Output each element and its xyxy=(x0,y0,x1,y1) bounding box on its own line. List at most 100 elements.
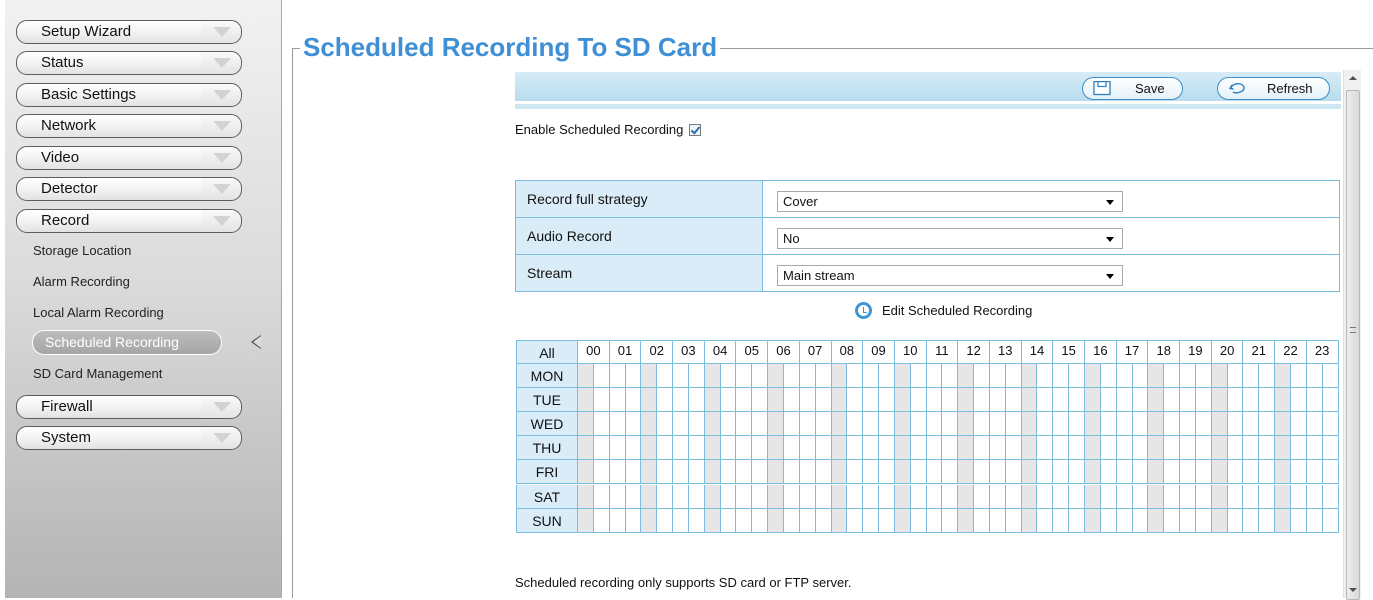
day-header[interactable]: MON xyxy=(516,364,578,388)
schedule-slot[interactable] xyxy=(926,484,943,509)
schedule-slot[interactable] xyxy=(926,460,943,485)
schedule-slot[interactable] xyxy=(1275,388,1291,413)
schedule-slot[interactable] xyxy=(657,412,674,437)
schedule-slot[interactable] xyxy=(1195,388,1212,413)
schedule-slot[interactable] xyxy=(1148,388,1165,413)
schedule-slot[interactable] xyxy=(1306,436,1323,461)
schedule-slot[interactable] xyxy=(831,508,848,533)
schedule-slot[interactable] xyxy=(1021,484,1038,509)
schedule-slot[interactable] xyxy=(641,460,658,485)
schedule-slot[interactable] xyxy=(736,412,753,437)
schedule-slot[interactable] xyxy=(752,508,769,533)
select-all-cell[interactable]: All xyxy=(516,340,578,364)
schedule-slot[interactable] xyxy=(1322,364,1339,388)
schedule-slot[interactable] xyxy=(1259,484,1276,509)
schedule-slot[interactable] xyxy=(1164,436,1181,461)
schedule-slot[interactable] xyxy=(1037,412,1054,437)
schedule-slot[interactable] xyxy=(1290,388,1307,413)
scroll-down-arrow-icon[interactable] xyxy=(1349,588,1357,592)
hour-header[interactable]: 12 xyxy=(958,340,990,364)
schedule-slot[interactable] xyxy=(974,436,990,461)
schedule-slot[interactable] xyxy=(783,364,800,388)
schedule-slot[interactable] xyxy=(1085,484,1101,509)
schedule-slot[interactable] xyxy=(1227,460,1244,485)
schedule-slot[interactable] xyxy=(1053,436,1070,461)
schedule-slot[interactable] xyxy=(720,508,737,533)
schedule-slot[interactable] xyxy=(1085,508,1101,533)
schedule-slot[interactable] xyxy=(704,412,721,437)
menu-network[interactable]: Network xyxy=(16,114,242,138)
schedule-slot[interactable] xyxy=(704,508,721,533)
schedule-slot[interactable] xyxy=(863,436,880,461)
schedule-slot[interactable] xyxy=(593,436,610,461)
schedule-slot[interactable] xyxy=(799,508,816,533)
schedule-slot[interactable] xyxy=(1322,388,1339,413)
schedule-slot[interactable] xyxy=(1132,436,1149,461)
hour-header[interactable]: 03 xyxy=(673,340,705,364)
schedule-slot[interactable] xyxy=(1069,412,1085,437)
schedule-slot[interactable] xyxy=(625,388,642,413)
hour-header[interactable]: 10 xyxy=(894,340,927,364)
schedule-slot[interactable] xyxy=(752,388,769,413)
scroll-up-arrow-icon[interactable] xyxy=(1349,76,1357,80)
schedule-slot[interactable] xyxy=(815,460,832,485)
schedule-slot[interactable] xyxy=(989,364,1006,388)
schedule-slot[interactable] xyxy=(657,388,674,413)
menu-video[interactable]: Video xyxy=(16,146,242,170)
schedule-slot[interactable] xyxy=(1180,460,1196,485)
schedule-slot[interactable] xyxy=(1211,364,1228,388)
hour-header[interactable]: 13 xyxy=(989,340,1022,364)
schedule-slot[interactable] xyxy=(989,412,1006,437)
schedule-slot[interactable] xyxy=(1180,436,1196,461)
schedule-slot[interactable] xyxy=(1069,484,1085,509)
schedule-slot[interactable] xyxy=(720,364,737,388)
schedule-slot[interactable] xyxy=(593,388,610,413)
schedule-slot[interactable] xyxy=(1005,460,1022,485)
schedule-slot[interactable] xyxy=(847,412,864,437)
schedule-slot[interactable] xyxy=(657,364,674,388)
schedule-slot[interactable] xyxy=(815,364,832,388)
menu-detector[interactable]: Detector xyxy=(16,177,242,201)
schedule-slot[interactable] xyxy=(894,388,911,413)
schedule-slot[interactable] xyxy=(974,484,990,509)
schedule-slot[interactable] xyxy=(783,388,800,413)
schedule-slot[interactable] xyxy=(1085,388,1101,413)
schedule-slot[interactable] xyxy=(720,388,737,413)
schedule-slot[interactable] xyxy=(942,484,959,509)
schedule-slot[interactable] xyxy=(657,508,674,533)
schedule-slot[interactable] xyxy=(593,460,610,485)
schedule-slot[interactable] xyxy=(673,460,689,485)
schedule-slot[interactable] xyxy=(958,508,975,533)
record-full-strategy-select[interactable]: Cover xyxy=(777,190,1123,212)
schedule-slot[interactable] xyxy=(958,412,975,437)
schedule-slot[interactable] xyxy=(625,364,642,388)
schedule-slot[interactable] xyxy=(910,508,927,533)
schedule-slot[interactable] xyxy=(1243,388,1260,413)
schedule-slot[interactable] xyxy=(1148,412,1165,437)
schedule-slot[interactable] xyxy=(578,364,594,388)
schedule-slot[interactable] xyxy=(815,436,832,461)
schedule-slot[interactable] xyxy=(783,460,800,485)
schedule-slot[interactable] xyxy=(1211,412,1228,437)
schedule-slot[interactable] xyxy=(609,364,626,388)
schedule-slot[interactable] xyxy=(1069,364,1085,388)
day-header[interactable]: WED xyxy=(516,412,578,437)
schedule-slot[interactable] xyxy=(863,484,880,509)
hour-header[interactable]: 05 xyxy=(736,340,769,364)
schedule-slot[interactable] xyxy=(625,484,642,509)
hour-header[interactable]: 01 xyxy=(609,340,642,364)
schedule-slot[interactable] xyxy=(989,460,1006,485)
schedule-slot[interactable] xyxy=(768,460,784,485)
menu-status[interactable]: Status xyxy=(16,51,242,75)
schedule-slot[interactable] xyxy=(1148,484,1165,509)
schedule-slot[interactable] xyxy=(910,364,927,388)
schedule-slot[interactable] xyxy=(1322,484,1339,509)
schedule-slot[interactable] xyxy=(1211,388,1228,413)
schedule-slot[interactable] xyxy=(1275,460,1291,485)
schedule-slot[interactable] xyxy=(974,412,990,437)
schedule-slot[interactable] xyxy=(625,412,642,437)
hour-header[interactable]: 22 xyxy=(1275,340,1307,364)
schedule-slot[interactable] xyxy=(863,364,880,388)
schedule-slot[interactable] xyxy=(974,508,990,533)
schedule-slot[interactable] xyxy=(1116,508,1133,533)
